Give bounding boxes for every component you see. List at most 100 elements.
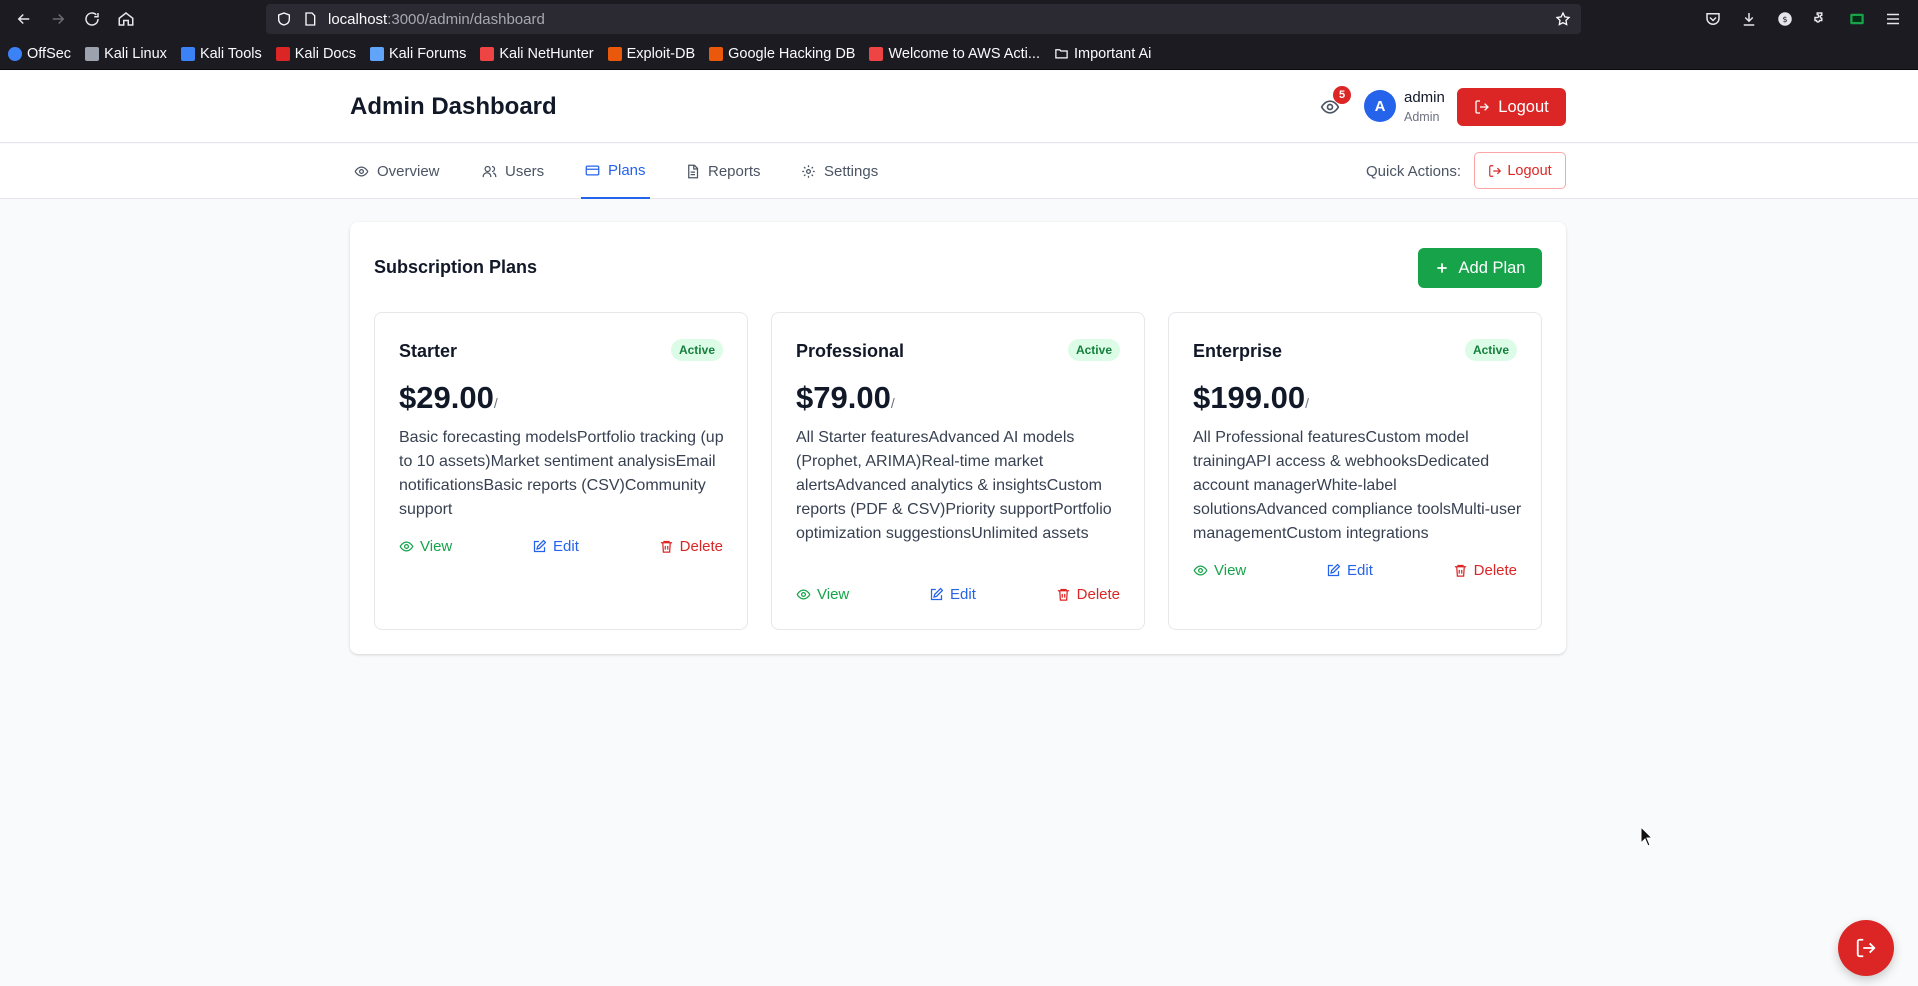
- url-bar[interactable]: localhost:3000/admin/dashboard: [266, 4, 1581, 34]
- plan-name: Professional: [796, 341, 905, 361]
- kali-docs-icon: [275, 46, 290, 61]
- eye-icon: [1193, 565, 1208, 576]
- credit-card-icon: [585, 165, 600, 176]
- bookmark-kali-linux[interactable]: Kali Linux: [85, 46, 167, 62]
- bookmark-aws[interactable]: Welcome to AWS Acti...: [869, 46, 1040, 62]
- plan-period: /: [1305, 395, 1309, 411]
- edit-button[interactable]: Edit: [532, 538, 579, 555]
- status-badge: Active: [670, 339, 723, 361]
- gear-icon: [802, 165, 815, 178]
- forward-icon[interactable]: [44, 5, 72, 33]
- extensions-icon[interactable]: [1812, 10, 1830, 28]
- page-title: Admin Dashboard: [350, 93, 557, 120]
- logout-icon: [1489, 164, 1502, 177]
- plan-name: Enterprise: [1193, 341, 1283, 361]
- user-role: Admin: [1404, 110, 1440, 124]
- trash-icon: [1057, 588, 1069, 601]
- quick-actions-label: Quick Actions:: [1366, 163, 1462, 180]
- kali-icon: [85, 46, 100, 61]
- kali-tools-icon: [180, 46, 195, 61]
- gmail-icon: [869, 46, 884, 61]
- tab-reports[interactable]: Reports: [685, 144, 761, 199]
- page-icon: [305, 12, 316, 26]
- plan-description: All Starter featuresAdvanced AI models (…: [796, 429, 1112, 542]
- plan-actions: View Edit Delete: [1193, 562, 1517, 579]
- view-button[interactable]: View: [1193, 562, 1246, 579]
- logout-icon: [1856, 938, 1876, 958]
- logout-button[interactable]: Logout: [1457, 88, 1566, 126]
- edit-button[interactable]: Edit: [1326, 562, 1373, 579]
- folder-icon: [1055, 49, 1068, 59]
- edit-button[interactable]: Edit: [929, 586, 976, 603]
- bookmark-offsec[interactable]: OffSec: [8, 46, 71, 62]
- kali-forums-icon: [369, 46, 384, 61]
- browser-toolbar: localhost:3000/admin/dashboard $: [0, 0, 1918, 38]
- quick-logout-button[interactable]: Logout: [1474, 152, 1566, 189]
- plan-price: $79.00/: [796, 380, 895, 415]
- pocket-icon[interactable]: [1704, 10, 1722, 28]
- back-icon[interactable]: [10, 5, 38, 33]
- plan-description: Basic forecasting modelsPortfolio tracki…: [399, 429, 724, 518]
- plan-card-enterprise: Enterprise Active $199.00/ All Professio…: [1168, 312, 1542, 630]
- logout-icon: [1475, 100, 1490, 114]
- bookmarks-bar: OffSec Kali Linux Kali Tools Kali Docs K…: [0, 38, 1918, 70]
- tab-settings[interactable]: Settings: [801, 144, 878, 199]
- eye-icon: [796, 589, 811, 600]
- edit-icon: [533, 539, 547, 553]
- delete-button[interactable]: Delete: [1056, 586, 1120, 603]
- view-button[interactable]: View: [399, 538, 452, 555]
- exploit-db-icon: [607, 46, 622, 61]
- account-icon[interactable]: $: [1776, 10, 1794, 28]
- add-plan-button[interactable]: Add Plan: [1418, 248, 1542, 288]
- floating-logout-button[interactable]: [1838, 920, 1894, 976]
- bookmark-exploit-db[interactable]: Exploit-DB: [607, 46, 695, 62]
- trash-icon: [1454, 564, 1466, 577]
- edit-icon: [930, 587, 944, 601]
- tab-overview[interactable]: Overview: [354, 144, 440, 199]
- svg-text:$: $: [1782, 14, 1787, 24]
- eye-icon: [399, 541, 414, 552]
- plan-actions: View Edit Delete: [796, 586, 1120, 603]
- delete-button[interactable]: Delete: [1453, 562, 1517, 579]
- browser-actions: $: [1704, 10, 1908, 28]
- status-badge: Active: [1464, 339, 1517, 361]
- plan-name: Starter: [399, 341, 458, 361]
- url-path: :3000/admin/dashboard: [387, 10, 545, 28]
- bookmark-google-hacking-db[interactable]: Google Hacking DB: [709, 46, 855, 62]
- plan-actions: View Edit Delete: [399, 538, 723, 555]
- avatar[interactable]: A: [1364, 90, 1396, 122]
- app-header: Admin Dashboard 5 A admin Admin Logout: [0, 71, 1918, 143]
- ghdb-icon: [709, 46, 724, 61]
- tabs-bar: Overview Users Plans Reports Settings Qu…: [0, 144, 1918, 199]
- terminal-extension-icon[interactable]: [1848, 10, 1866, 28]
- plan-card-professional: Professional Active $79.00/ All Starter …: [771, 312, 1145, 630]
- plan-price: $199.00/: [1193, 380, 1309, 415]
- mouse-cursor-icon: [1640, 826, 1654, 847]
- bookmark-kali-forums[interactable]: Kali Forums: [369, 46, 466, 62]
- plan-card-starter: Starter Active $29.00/ Basic forecasting…: [374, 312, 748, 630]
- plan-period: /: [890, 395, 895, 411]
- status-badge: Active: [1067, 339, 1120, 361]
- tab-users[interactable]: Users: [482, 144, 544, 199]
- bookmark-kali-nethunter[interactable]: Kali NetHunter: [480, 46, 594, 62]
- plan-description: All Professional featuresCustom model tr…: [1193, 429, 1522, 542]
- offsec-icon: [8, 46, 22, 61]
- bookmark-kali-tools[interactable]: Kali Tools: [180, 46, 262, 62]
- reload-icon[interactable]: [78, 5, 106, 33]
- download-icon[interactable]: [1740, 10, 1758, 28]
- delete-button[interactable]: Delete: [659, 538, 723, 555]
- users-icon: [482, 165, 497, 178]
- user-name: admin: [1404, 89, 1445, 106]
- panel-title: Subscription Plans: [374, 257, 538, 277]
- tab-plans[interactable]: Plans: [581, 144, 650, 199]
- shield-icon[interactable]: [276, 11, 292, 27]
- bookmark-kali-docs[interactable]: Kali Docs: [275, 46, 356, 62]
- nethunter-icon: [480, 46, 495, 61]
- notification-badge: 5: [1333, 86, 1351, 104]
- bookmark-folder-important-ai[interactable]: Important Ai: [1054, 46, 1151, 62]
- view-button[interactable]: View: [796, 586, 849, 603]
- menu-icon[interactable]: [1884, 10, 1902, 28]
- plan-price: $29.00/: [399, 380, 498, 415]
- home-icon[interactable]: [112, 5, 140, 33]
- star-icon[interactable]: [1555, 11, 1571, 27]
